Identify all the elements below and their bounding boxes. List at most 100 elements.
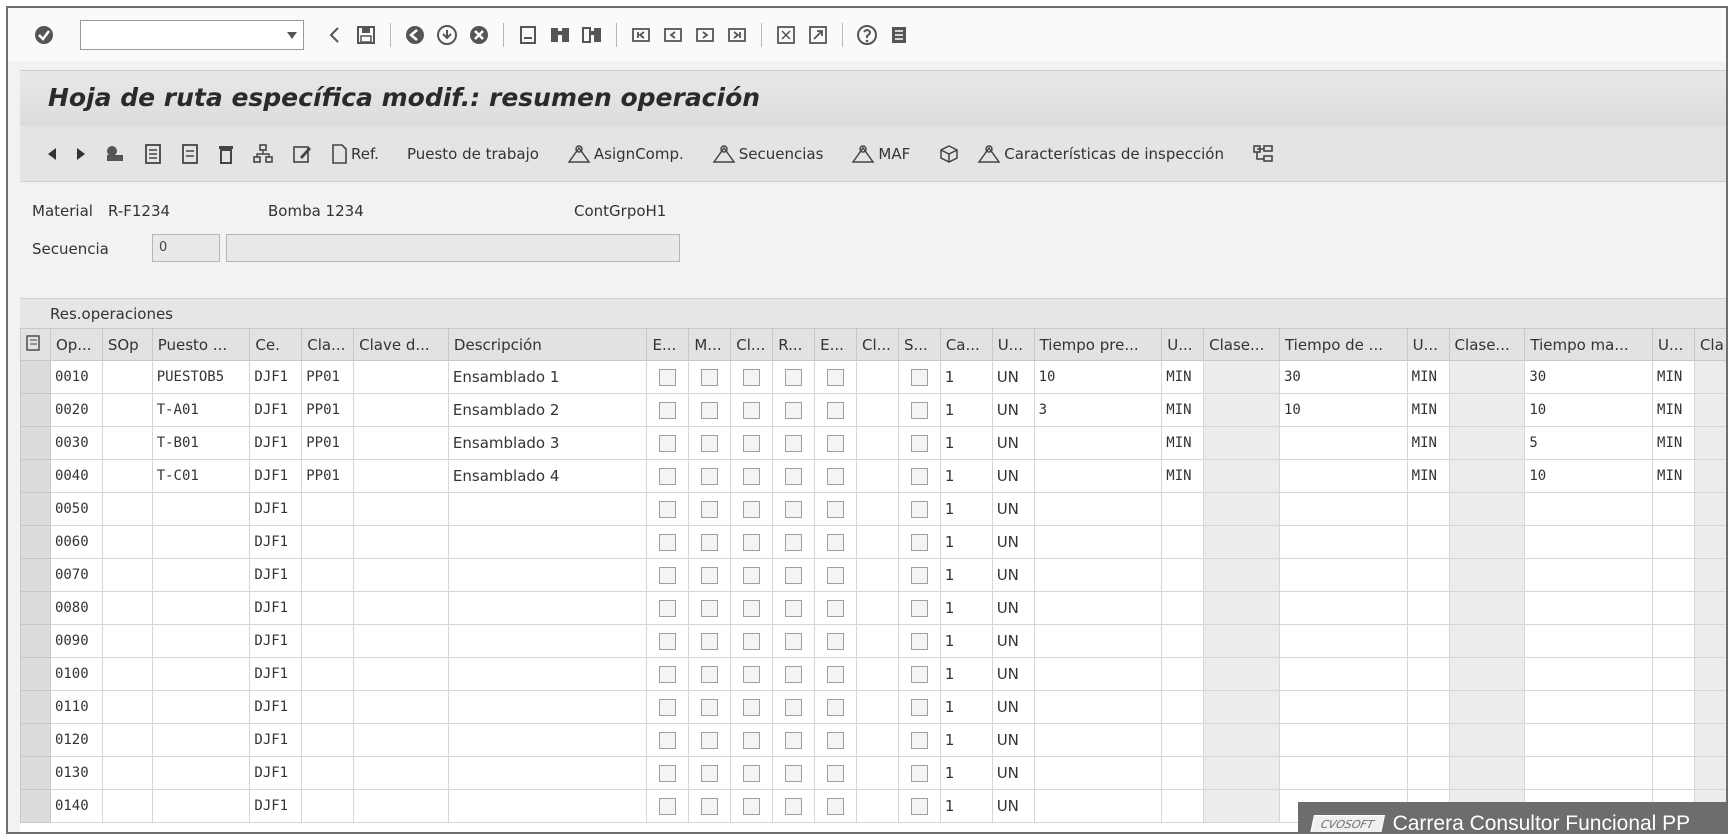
- cell-labor-time[interactable]: [1278, 690, 1408, 724]
- column-header[interactable]: Clave d...: [353, 328, 449, 361]
- checkbox[interactable]: [743, 467, 761, 485]
- cell-plant[interactable]: DJF1: [249, 360, 303, 394]
- checkbox[interactable]: [785, 368, 803, 386]
- checkbox[interactable]: [827, 434, 845, 452]
- last-page-icon[interactable]: [724, 22, 750, 48]
- checkbox[interactable]: [701, 566, 719, 584]
- cell-machine-unit[interactable]: MIN: [1652, 459, 1695, 493]
- column-header[interactable]: E...: [646, 328, 690, 361]
- checkbox[interactable]: [659, 797, 677, 815]
- cell-checkbox[interactable]: [688, 525, 732, 559]
- cell-std-text-key[interactable]: [353, 426, 449, 460]
- cell-cl[interactable]: [855, 492, 899, 526]
- cell-activity-type[interactable]: [1203, 393, 1280, 427]
- checkbox[interactable]: [910, 467, 928, 485]
- cell-checkbox[interactable]: [688, 690, 732, 724]
- cell-work-center[interactable]: [151, 657, 251, 691]
- cell-setup-unit[interactable]: MIN: [1161, 360, 1205, 394]
- cell-unit[interactable]: UN: [991, 393, 1035, 427]
- cell-cl[interactable]: [855, 525, 899, 559]
- cell-checkbox[interactable]: [646, 624, 690, 658]
- cell-checkbox[interactable]: [646, 558, 690, 592]
- cell-labor-unit[interactable]: [1406, 492, 1450, 526]
- other-object-icon[interactable]: [104, 139, 129, 169]
- checkbox[interactable]: [785, 797, 803, 815]
- cell-checkbox[interactable]: [688, 657, 732, 691]
- row-selector[interactable]: [20, 525, 51, 559]
- cell-activity-type[interactable]: [1448, 624, 1526, 658]
- cell-checkbox[interactable]: [772, 756, 816, 790]
- cell-description[interactable]: [447, 525, 648, 559]
- column-header[interactable]: Tiempo de ...: [1278, 328, 1408, 361]
- cell-activity-type[interactable]: [1448, 360, 1526, 394]
- checkbox[interactable]: [785, 500, 803, 518]
- next-page-icon[interactable]: [692, 22, 718, 48]
- checkbox[interactable]: [659, 434, 677, 452]
- cell-labor-time[interactable]: [1278, 756, 1408, 790]
- cell-plant[interactable]: DJF1: [249, 756, 303, 790]
- next-icon[interactable]: [75, 139, 90, 169]
- cell-activity-type[interactable]: [1693, 426, 1726, 460]
- cell-setup-unit[interactable]: [1161, 624, 1205, 658]
- cell-checkbox[interactable]: [646, 789, 690, 823]
- row-selector[interactable]: [20, 492, 51, 526]
- cell-base-quantity[interactable]: 1: [939, 789, 993, 823]
- shortcut-icon[interactable]: [805, 22, 831, 48]
- cell-base-quantity[interactable]: 1: [939, 690, 993, 724]
- checkbox[interactable]: [701, 401, 719, 419]
- cell-operation[interactable]: 0080: [49, 591, 103, 625]
- cell-description[interactable]: [447, 723, 648, 757]
- cell-control-key[interactable]: [301, 624, 355, 658]
- cell-std-text-key[interactable]: [353, 723, 449, 757]
- cell-description[interactable]: Ensamblado 2: [447, 393, 648, 427]
- cell-checkbox[interactable]: [730, 393, 774, 427]
- cell-machine-time[interactable]: [1524, 756, 1654, 790]
- cell-setup-unit[interactable]: [1161, 591, 1205, 625]
- checkbox[interactable]: [827, 731, 845, 749]
- cell-suboperation[interactable]: [101, 657, 153, 691]
- cell-setup-time[interactable]: [1033, 657, 1163, 691]
- cell-checkbox[interactable]: [730, 756, 774, 790]
- column-header[interactable]: R...: [772, 328, 816, 361]
- column-header[interactable]: SOp: [101, 328, 153, 361]
- cell-checkbox[interactable]: [772, 657, 816, 691]
- cell-activity-type[interactable]: [1693, 459, 1726, 493]
- cell-work-center[interactable]: [151, 525, 251, 559]
- table-row[interactable]: 0120 DJF1 1 UN: [20, 723, 1726, 757]
- cell-activity-type[interactable]: [1693, 525, 1726, 559]
- cell-checkbox[interactable]: [814, 525, 857, 559]
- cell-checkbox[interactable]: [772, 360, 816, 394]
- cell-base-quantity[interactable]: 1: [939, 393, 993, 427]
- cell-checkbox[interactable]: [897, 756, 941, 790]
- cell-std-text-key[interactable]: [353, 558, 449, 592]
- puesto-de-trabajo-button[interactable]: Puesto de trabajo: [407, 139, 539, 169]
- cell-checkbox[interactable]: [814, 789, 857, 823]
- cell-operation[interactable]: 0010: [49, 360, 103, 394]
- cell-description[interactable]: Ensamblado 1: [447, 360, 648, 394]
- cell-control-key[interactable]: [301, 657, 355, 691]
- cell-checkbox[interactable]: [646, 492, 690, 526]
- cell-machine-time[interactable]: [1524, 657, 1654, 691]
- cell-checkbox[interactable]: [646, 459, 690, 493]
- cell-base-quantity[interactable]: 1: [939, 657, 993, 691]
- cell-checkbox[interactable]: [897, 492, 941, 526]
- cell-checkbox[interactable]: [772, 690, 816, 724]
- checkbox[interactable]: [743, 566, 761, 584]
- cell-activity-type[interactable]: [1203, 360, 1280, 394]
- cell-setup-unit[interactable]: MIN: [1161, 459, 1205, 493]
- checkbox[interactable]: [785, 467, 803, 485]
- checkbox[interactable]: [785, 764, 803, 782]
- cell-plant[interactable]: DJF1: [249, 558, 303, 592]
- cell-unit[interactable]: UN: [991, 591, 1035, 625]
- checkbox[interactable]: [785, 533, 803, 551]
- find-icon[interactable]: [547, 22, 573, 48]
- column-header[interactable]: Op...: [49, 328, 103, 361]
- cell-checkbox[interactable]: [688, 624, 732, 658]
- cell-description[interactable]: [447, 492, 648, 526]
- cell-labor-time[interactable]: [1278, 492, 1408, 526]
- hierarchy-icon[interactable]: [252, 139, 277, 169]
- cell-machine-unit[interactable]: [1652, 657, 1695, 691]
- checkbox[interactable]: [910, 500, 928, 518]
- cell-checkbox[interactable]: [814, 591, 857, 625]
- row-selector[interactable]: [20, 690, 51, 724]
